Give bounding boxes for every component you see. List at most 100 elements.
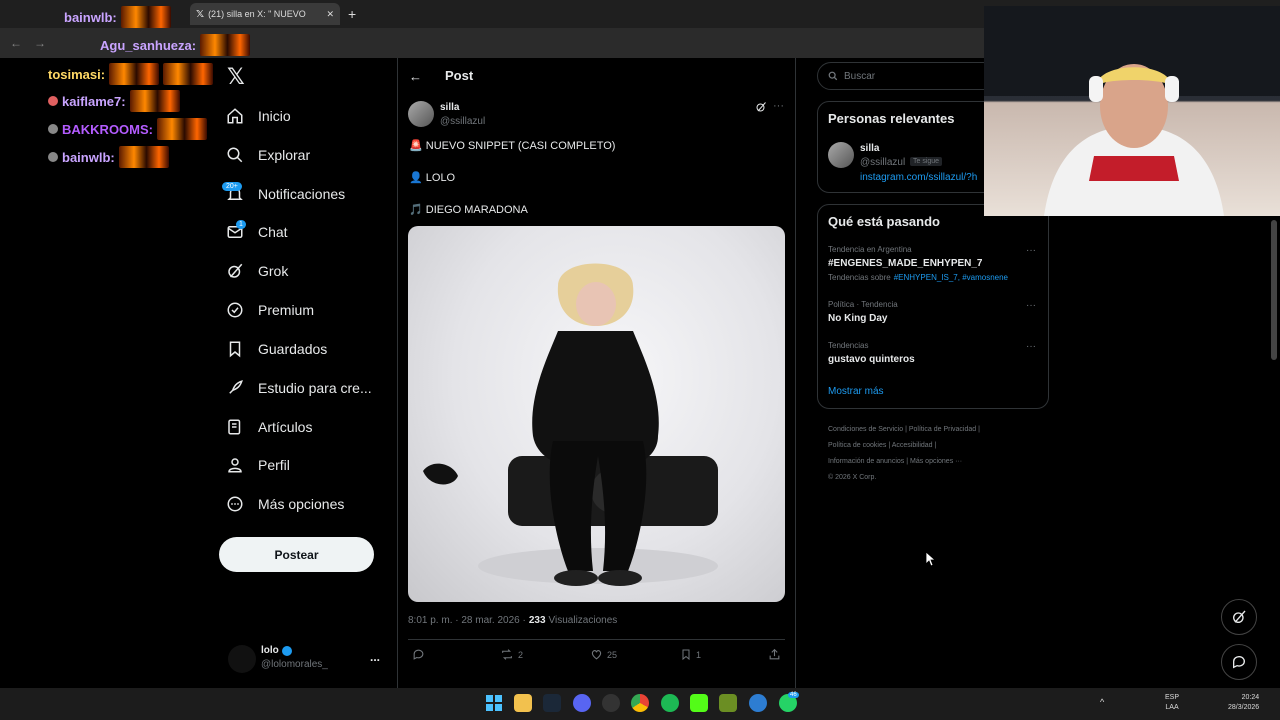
- sidebar-item-estudio[interactable]: Estudio para cre...: [226, 373, 372, 403]
- app-icon[interactable]: [749, 694, 767, 712]
- reply-icon: [412, 648, 425, 661]
- relevant-avatar[interactable]: [828, 142, 854, 168]
- trend-sub-tags[interactable]: #ENHYPEN_IS_7, #vamosnene: [894, 273, 1008, 282]
- account-handle: @lolomorales_: [261, 659, 328, 670]
- kick-icon[interactable]: [690, 694, 708, 712]
- author-name[interactable]: silla: [440, 102, 459, 113]
- footer-link[interactable]: Condiciones de Servicio: [828, 426, 903, 433]
- search-placeholder: Buscar: [844, 70, 876, 82]
- minecraft-icon[interactable]: [719, 694, 737, 712]
- sidebar-item-chat[interactable]: Chat: [226, 217, 288, 247]
- browser-tab-active[interactable]: 𝕏 (21) silla en X: " NUEVO ✕: [190, 3, 340, 25]
- account-name: lolo: [261, 645, 279, 656]
- clock[interactable]: 20:24 28/3/2026: [1228, 693, 1259, 713]
- file-explorer-icon[interactable]: [514, 694, 532, 712]
- more-icon[interactable]: ···: [1026, 341, 1036, 352]
- divider: [795, 58, 796, 688]
- chat-badge: 1: [236, 220, 246, 229]
- sidebar-item-perfil[interactable]: Perfil: [226, 450, 290, 480]
- trend-context: Tendencias: [828, 341, 869, 350]
- sidebar-item-explorar[interactable]: Explorar: [226, 140, 310, 170]
- emote-image: [157, 118, 207, 140]
- footer-separator: |: [934, 442, 937, 449]
- relevant-handle[interactable]: @ssillazul: [860, 157, 905, 168]
- follows-you-badge: Te sigue: [910, 157, 943, 166]
- relevant-link[interactable]: instagram.com/ssillazul/?h: [860, 172, 977, 183]
- back-arrow-icon[interactable]: ←: [10, 36, 22, 50]
- trend-sub: Tendencias sobre #ENHYPEN_IS_7, #vamosne…: [828, 273, 1008, 282]
- footer-link[interactable]: Accesibilidad: [892, 442, 933, 449]
- trend-context: Política · Tendencia: [828, 300, 898, 309]
- discord-icon[interactable]: [573, 694, 591, 712]
- footer-link[interactable]: Política de cookies: [828, 442, 886, 449]
- sidebar-item-label: Chat: [258, 224, 288, 240]
- overlay-chat-line: bainwlb:: [64, 6, 171, 28]
- grok-icon[interactable]: [755, 101, 767, 113]
- trend-name[interactable]: #ENGENES_MADE_ENHYPEN_7: [828, 258, 983, 269]
- chrome-icon[interactable]: [631, 694, 649, 712]
- steam-icon[interactable]: [543, 694, 561, 712]
- show-more-link[interactable]: Mostrar más: [828, 386, 884, 397]
- sidebar-item-articulos[interactable]: Artículos: [226, 412, 312, 442]
- author-handle[interactable]: @ssillazul: [440, 116, 485, 127]
- windows-start-icon[interactable]: [485, 694, 503, 712]
- account-more-icon[interactable]: ...: [370, 650, 380, 664]
- emote-image: [200, 34, 251, 56]
- grok-icon: [1231, 609, 1247, 625]
- retweet-icon: [500, 648, 514, 661]
- more-icon[interactable]: ···: [773, 100, 784, 112]
- grok-floating-button[interactable]: [1221, 599, 1257, 635]
- views-count: 233: [528, 615, 546, 626]
- trend-name[interactable]: gustavo quinteros: [828, 354, 915, 365]
- sidebar-item-inicio[interactable]: Inicio: [226, 101, 291, 131]
- bookmark-button[interactable]: 1: [680, 648, 701, 661]
- post-button[interactable]: Postear: [219, 537, 374, 572]
- chat-username: BAKKROOMS:: [62, 121, 153, 137]
- sidebar-item-label: Artículos: [258, 419, 313, 435]
- messages-floating-button[interactable]: [1221, 644, 1257, 680]
- tweet-line-text: DIEGO MARADONA: [425, 204, 528, 216]
- sidebar-item-grok[interactable]: Grok: [226, 256, 288, 286]
- reply-button[interactable]: [412, 648, 425, 661]
- account-avatar[interactable]: [228, 645, 256, 673]
- sidebar-item-mas-opciones[interactable]: Más opciones: [226, 489, 344, 519]
- spotify-icon[interactable]: [661, 694, 679, 712]
- sidebar-item-notificaciones[interactable]: Notificaciones: [226, 179, 345, 209]
- divider: [408, 639, 785, 640]
- verified-icon: [226, 301, 244, 319]
- more-icon[interactable]: ···: [1026, 245, 1036, 256]
- article-icon: [226, 418, 244, 436]
- like-button[interactable]: 25: [590, 648, 617, 661]
- chat-username: Agu_sanhueza:: [100, 37, 197, 53]
- tweet-image[interactable]: [408, 226, 785, 602]
- relevant-name[interactable]: silla: [860, 143, 879, 154]
- back-arrow-icon[interactable]: ←: [409, 69, 422, 84]
- author-avatar[interactable]: [408, 101, 434, 127]
- footer-link[interactable]: Política de Privacidad: [909, 426, 976, 433]
- close-icon[interactable]: ✕: [326, 9, 334, 20]
- sidebar-item-premium[interactable]: Premium: [226, 295, 314, 325]
- footer-separator: |: [978, 426, 980, 433]
- more-icon[interactable]: ···: [1026, 300, 1036, 311]
- x-logo-icon[interactable]: 𝕏: [227, 64, 245, 90]
- tweet-line: 🎵 DIEGO MARADONA: [409, 203, 528, 216]
- account-name-row: lolo: [261, 645, 292, 656]
- relevant-title: Personas relevantes: [828, 111, 955, 126]
- footer-link[interactable]: Información de anuncios: [828, 458, 904, 465]
- scrollbar-thumb[interactable]: [1271, 220, 1277, 360]
- trend-name[interactable]: No King Day: [828, 313, 887, 324]
- lang-secondary: LAA: [1165, 704, 1179, 711]
- search-box[interactable]: Buscar: [817, 62, 997, 90]
- forward-arrow-icon[interactable]: →: [34, 36, 46, 50]
- chat-bubble-icon: [1231, 654, 1247, 670]
- share-button[interactable]: [768, 648, 781, 661]
- overlay-chat-line: BAKKROOMS:: [48, 118, 207, 140]
- language-indicator[interactable]: ESP LAA: [1165, 693, 1179, 713]
- footer-link[interactable]: Más opciones ···: [910, 458, 962, 465]
- obs-icon[interactable]: [602, 694, 620, 712]
- retweet-button[interactable]: 2: [500, 648, 523, 661]
- bookmark-count: 1: [696, 649, 702, 660]
- tray-chevron-icon[interactable]: ^: [1100, 697, 1104, 707]
- new-tab-button[interactable]: +: [348, 6, 356, 22]
- sidebar-item-guardados[interactable]: Guardados: [226, 334, 327, 364]
